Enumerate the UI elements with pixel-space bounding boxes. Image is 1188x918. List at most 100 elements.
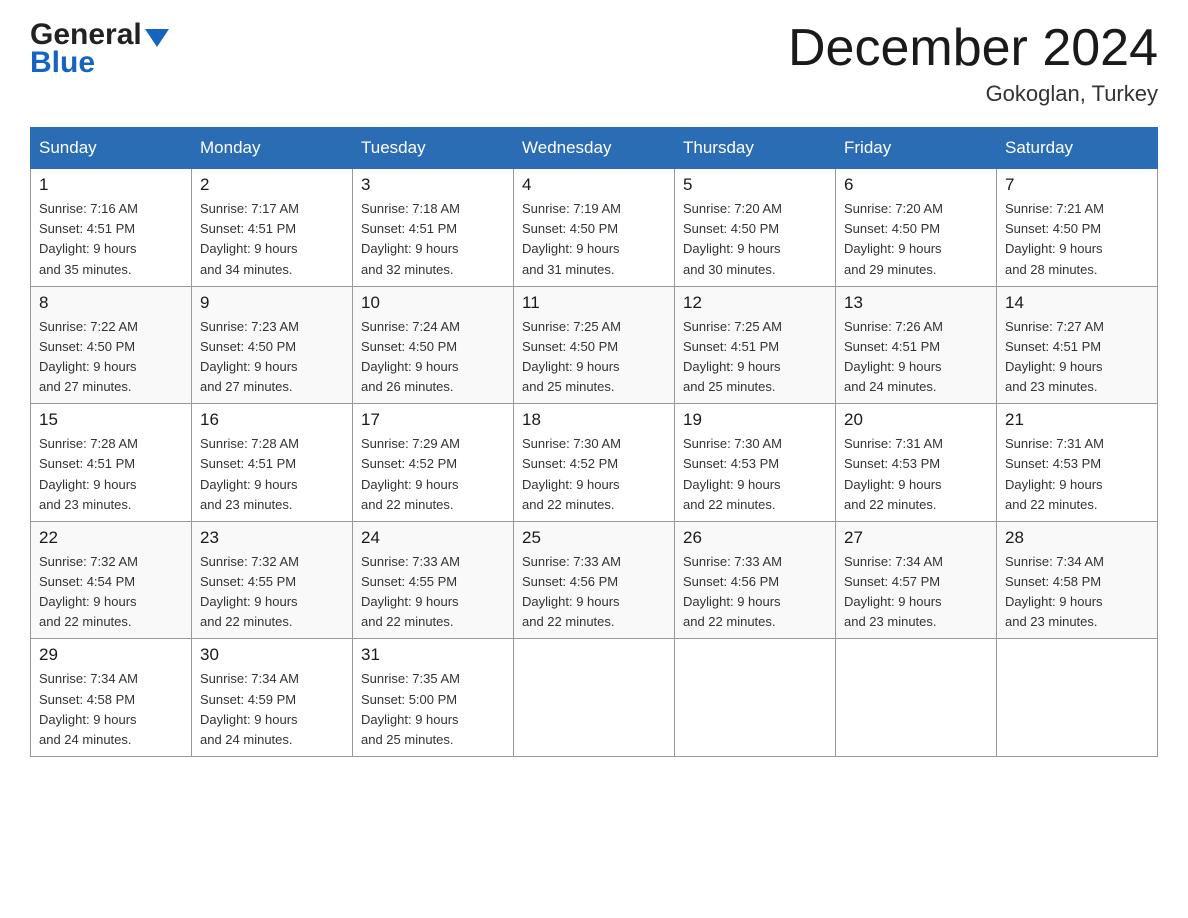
day-info: Sunrise: 7:20 AM Sunset: 4:50 PM Dayligh… bbox=[844, 199, 988, 280]
calendar-cell: 24Sunrise: 7:33 AM Sunset: 4:55 PM Dayli… bbox=[353, 521, 514, 639]
calendar-cell: 28 Sunrise: 7:34 AM Sunset: 4:58 PM Dayli… bbox=[997, 521, 1158, 639]
calendar-cell: 5 Sunrise: 7:20 AM Sunset: 4:50 PM Daylig… bbox=[675, 169, 836, 287]
day-info: Sunrise: 7:30 AM Sunset: 4:53 PM Dayligh… bbox=[683, 434, 827, 515]
month-title: December 2024 bbox=[788, 20, 1158, 77]
day-number: 1 bbox=[39, 175, 183, 195]
calendar-cell: 10 Sunrise: 7:24 AM Sunset: 4:50 PM Dayli… bbox=[353, 286, 514, 404]
day-number: 7 bbox=[1005, 175, 1149, 195]
calendar-cell: 15Sunrise: 7:28 AM Sunset: 4:51 PM Dayli… bbox=[31, 404, 192, 522]
day-info: Sunrise: 7:33 AM Sunset: 4:56 PM Dayligh… bbox=[522, 552, 666, 633]
day-info: Sunrise: 7:35 AM Sunset: 5:00 PM Dayligh… bbox=[361, 669, 505, 750]
day-info: Sunrise: 7:22 AM Sunset: 4:50 PM Dayligh… bbox=[39, 317, 183, 398]
calendar-cell: 3 Sunrise: 7:18 AM Sunset: 4:51 PM Daylig… bbox=[353, 169, 514, 287]
column-header-wednesday: Wednesday bbox=[514, 128, 675, 169]
day-info: Sunrise: 7:16 AM Sunset: 4:51 PM Dayligh… bbox=[39, 199, 183, 280]
calendar-cell: 14 Sunrise: 7:27 AM Sunset: 4:51 PM Dayli… bbox=[997, 286, 1158, 404]
day-number: 6 bbox=[844, 175, 988, 195]
calendar-cell: 31 Sunrise: 7:35 AM Sunset: 5:00 PM Dayli… bbox=[353, 639, 514, 757]
calendar-cell: 23Sunrise: 7:32 AM Sunset: 4:55 PM Dayli… bbox=[192, 521, 353, 639]
title-area: December 2024 Gokoglan, Turkey bbox=[788, 20, 1158, 107]
day-number: 30 bbox=[200, 645, 344, 665]
day-info: Sunrise: 7:19 AM Sunset: 4:50 PM Dayligh… bbox=[522, 199, 666, 280]
day-number: 5 bbox=[683, 175, 827, 195]
day-info: Sunrise: 7:29 AM Sunset: 4:52 PM Dayligh… bbox=[361, 434, 505, 515]
day-number: 10 bbox=[361, 293, 505, 313]
calendar-cell: 8Sunrise: 7:22 AM Sunset: 4:50 PM Daylig… bbox=[31, 286, 192, 404]
day-number: 28 bbox=[1005, 528, 1149, 548]
calendar-cell: 21 Sunrise: 7:31 AM Sunset: 4:53 PM Dayli… bbox=[997, 404, 1158, 522]
logo: General Blue bbox=[30, 20, 169, 78]
day-info: Sunrise: 7:34 AM Sunset: 4:58 PM Dayligh… bbox=[39, 669, 183, 750]
calendar-header-row: SundayMondayTuesdayWednesdayThursdayFrid… bbox=[31, 128, 1158, 169]
day-number: 13 bbox=[844, 293, 988, 313]
calendar-cell: 26Sunrise: 7:33 AM Sunset: 4:56 PM Dayli… bbox=[675, 521, 836, 639]
calendar-cell: 25 Sunrise: 7:33 AM Sunset: 4:56 PM Dayli… bbox=[514, 521, 675, 639]
day-number: 25 bbox=[522, 528, 666, 548]
day-info: Sunrise: 7:30 AM Sunset: 4:52 PM Dayligh… bbox=[522, 434, 666, 515]
day-number: 18 bbox=[522, 410, 666, 430]
day-number: 16 bbox=[200, 410, 344, 430]
day-number: 20 bbox=[844, 410, 988, 430]
calendar-week-row: 1 Sunrise: 7:16 AM Sunset: 4:51 PM Daylig… bbox=[31, 169, 1158, 287]
calendar-week-row: 29Sunrise: 7:34 AM Sunset: 4:58 PM Dayli… bbox=[31, 639, 1158, 757]
day-number: 4 bbox=[522, 175, 666, 195]
day-info: Sunrise: 7:31 AM Sunset: 4:53 PM Dayligh… bbox=[1005, 434, 1149, 515]
day-number: 21 bbox=[1005, 410, 1149, 430]
calendar-cell bbox=[836, 639, 997, 757]
calendar-cell: 16Sunrise: 7:28 AM Sunset: 4:51 PM Dayli… bbox=[192, 404, 353, 522]
calendar-cell bbox=[997, 639, 1158, 757]
day-info: Sunrise: 7:21 AM Sunset: 4:50 PM Dayligh… bbox=[1005, 199, 1149, 280]
day-info: Sunrise: 7:31 AM Sunset: 4:53 PM Dayligh… bbox=[844, 434, 988, 515]
day-number: 12 bbox=[683, 293, 827, 313]
calendar-cell: 29Sunrise: 7:34 AM Sunset: 4:58 PM Dayli… bbox=[31, 639, 192, 757]
day-info: Sunrise: 7:34 AM Sunset: 4:58 PM Dayligh… bbox=[1005, 552, 1149, 633]
day-info: Sunrise: 7:28 AM Sunset: 4:51 PM Dayligh… bbox=[39, 434, 183, 515]
calendar-cell: 9 Sunrise: 7:23 AM Sunset: 4:50 PM Daylig… bbox=[192, 286, 353, 404]
location-text: Gokoglan, Turkey bbox=[788, 81, 1158, 107]
column-header-sunday: Sunday bbox=[31, 128, 192, 169]
day-info: Sunrise: 7:17 AM Sunset: 4:51 PM Dayligh… bbox=[200, 199, 344, 280]
day-number: 11 bbox=[522, 293, 666, 313]
logo-blue-text: Blue bbox=[30, 48, 169, 78]
calendar-cell: 6 Sunrise: 7:20 AM Sunset: 4:50 PM Daylig… bbox=[836, 169, 997, 287]
column-header-saturday: Saturday bbox=[997, 128, 1158, 169]
day-info: Sunrise: 7:33 AM Sunset: 4:56 PM Dayligh… bbox=[683, 552, 827, 633]
day-info: Sunrise: 7:24 AM Sunset: 4:50 PM Dayligh… bbox=[361, 317, 505, 398]
page-header: General Blue December 2024 Gokoglan, Tur… bbox=[30, 20, 1158, 107]
day-number: 31 bbox=[361, 645, 505, 665]
calendar-cell bbox=[675, 639, 836, 757]
day-number: 24 bbox=[361, 528, 505, 548]
day-info: Sunrise: 7:25 AM Sunset: 4:50 PM Dayligh… bbox=[522, 317, 666, 398]
calendar-cell: 11 Sunrise: 7:25 AM Sunset: 4:50 PM Dayli… bbox=[514, 286, 675, 404]
logo-arrow-icon bbox=[145, 29, 169, 47]
calendar-cell: 22 Sunrise: 7:32 AM Sunset: 4:54 PM Dayli… bbox=[31, 521, 192, 639]
day-number: 9 bbox=[200, 293, 344, 313]
day-info: Sunrise: 7:27 AM Sunset: 4:51 PM Dayligh… bbox=[1005, 317, 1149, 398]
day-number: 17 bbox=[361, 410, 505, 430]
calendar-week-row: 8Sunrise: 7:22 AM Sunset: 4:50 PM Daylig… bbox=[31, 286, 1158, 404]
calendar-cell: 20 Sunrise: 7:31 AM Sunset: 4:53 PM Dayli… bbox=[836, 404, 997, 522]
day-number: 22 bbox=[39, 528, 183, 548]
day-info: Sunrise: 7:20 AM Sunset: 4:50 PM Dayligh… bbox=[683, 199, 827, 280]
calendar-cell: 4 Sunrise: 7:19 AM Sunset: 4:50 PM Daylig… bbox=[514, 169, 675, 287]
day-info: Sunrise: 7:34 AM Sunset: 4:59 PM Dayligh… bbox=[200, 669, 344, 750]
column-header-tuesday: Tuesday bbox=[353, 128, 514, 169]
calendar-cell: 12 Sunrise: 7:25 AM Sunset: 4:51 PM Dayli… bbox=[675, 286, 836, 404]
day-number: 2 bbox=[200, 175, 344, 195]
day-number: 14 bbox=[1005, 293, 1149, 313]
day-number: 23 bbox=[200, 528, 344, 548]
day-number: 3 bbox=[361, 175, 505, 195]
day-info: Sunrise: 7:23 AM Sunset: 4:50 PM Dayligh… bbox=[200, 317, 344, 398]
calendar-cell: 30 Sunrise: 7:34 AM Sunset: 4:59 PM Dayli… bbox=[192, 639, 353, 757]
calendar-cell: 19Sunrise: 7:30 AM Sunset: 4:53 PM Dayli… bbox=[675, 404, 836, 522]
calendar-cell: 13 Sunrise: 7:26 AM Sunset: 4:51 PM Dayli… bbox=[836, 286, 997, 404]
calendar-table: SundayMondayTuesdayWednesdayThursdayFrid… bbox=[30, 127, 1158, 757]
day-info: Sunrise: 7:34 AM Sunset: 4:57 PM Dayligh… bbox=[844, 552, 988, 633]
day-info: Sunrise: 7:26 AM Sunset: 4:51 PM Dayligh… bbox=[844, 317, 988, 398]
day-info: Sunrise: 7:32 AM Sunset: 4:54 PM Dayligh… bbox=[39, 552, 183, 633]
day-info: Sunrise: 7:18 AM Sunset: 4:51 PM Dayligh… bbox=[361, 199, 505, 280]
calendar-cell: 7 Sunrise: 7:21 AM Sunset: 4:50 PM Daylig… bbox=[997, 169, 1158, 287]
calendar-cell: 2 Sunrise: 7:17 AM Sunset: 4:51 PM Daylig… bbox=[192, 169, 353, 287]
calendar-cell: 18 Sunrise: 7:30 AM Sunset: 4:52 PM Dayli… bbox=[514, 404, 675, 522]
day-info: Sunrise: 7:25 AM Sunset: 4:51 PM Dayligh… bbox=[683, 317, 827, 398]
